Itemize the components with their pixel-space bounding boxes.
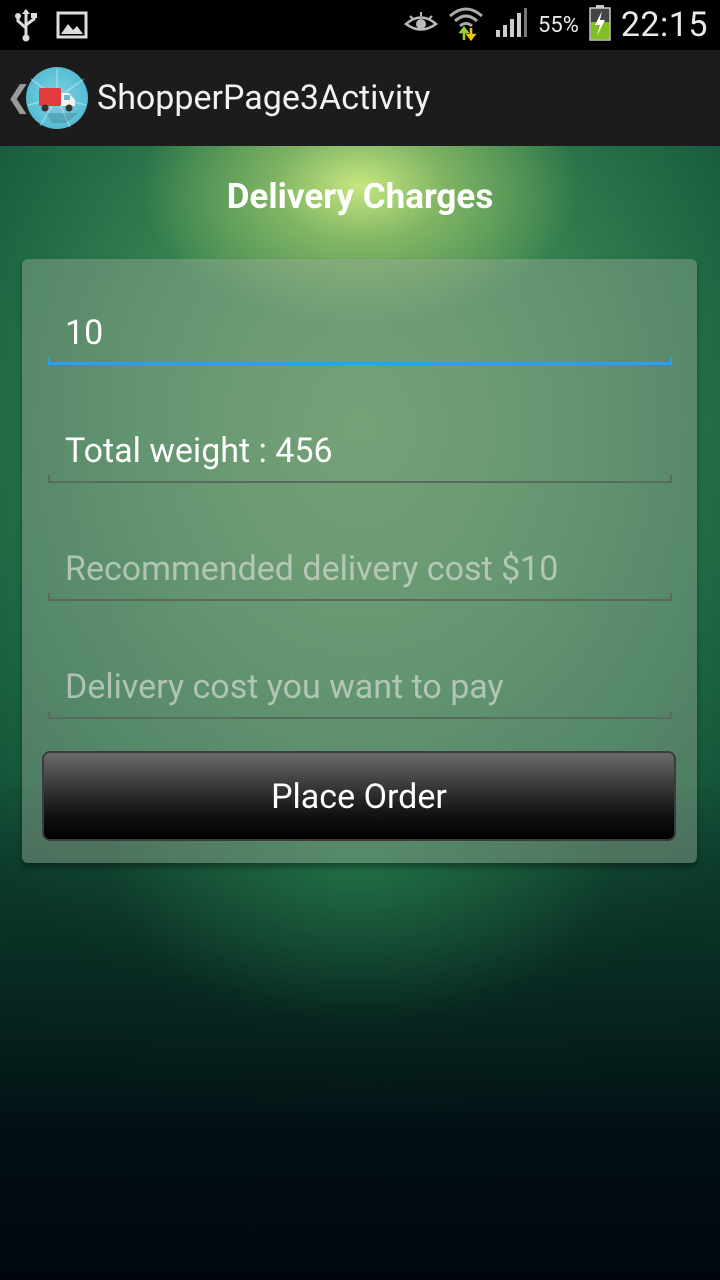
- delivery-cost-placeholder: Delivery cost you want to pay: [65, 667, 504, 707]
- delivery-truck-icon[interactable]: [26, 67, 88, 129]
- action-bar: ❮ ShopperPage3Activity: [0, 50, 720, 147]
- quantity-input[interactable]: 10: [48, 303, 672, 365]
- battery-charging-icon: [589, 5, 611, 45]
- clock: 22:15: [620, 5, 708, 45]
- delivery-cost-input[interactable]: Delivery cost you want to pay: [48, 657, 672, 719]
- recommended-cost-placeholder: Recommended delivery cost $10: [65, 549, 559, 589]
- input-underline: [48, 593, 672, 601]
- input-underline: [48, 475, 672, 483]
- recommended-cost-field[interactable]: Recommended delivery cost $10: [48, 539, 672, 601]
- usb-icon: [14, 8, 38, 46]
- content-area: Delivery Charges 10 Total weight : 456 R…: [0, 146, 720, 1280]
- place-order-button[interactable]: Place Order: [42, 751, 676, 841]
- quantity-input-value: 10: [65, 313, 104, 353]
- status-left-icons: [14, 8, 88, 46]
- wifi-icon: [448, 4, 484, 46]
- signal-icon: [494, 8, 528, 42]
- action-bar-title: ShopperPage3Activity: [97, 78, 431, 118]
- total-weight-field[interactable]: Total weight : 456: [48, 421, 672, 483]
- page-title: Delivery Charges: [226, 176, 494, 217]
- battery-percent: 55%: [537, 12, 579, 38]
- total-weight-text: Total weight : 456: [65, 431, 333, 471]
- eye-icon: [403, 11, 438, 39]
- input-underline: [48, 711, 672, 719]
- image-icon: [56, 11, 88, 43]
- delivery-form-card: 10 Total weight : 456 Recommended delive…: [22, 259, 697, 863]
- input-underline: [48, 357, 672, 365]
- status-right-icons: 55% 22:15: [403, 0, 708, 50]
- status-bar: 55% 22:15: [0, 0, 720, 50]
